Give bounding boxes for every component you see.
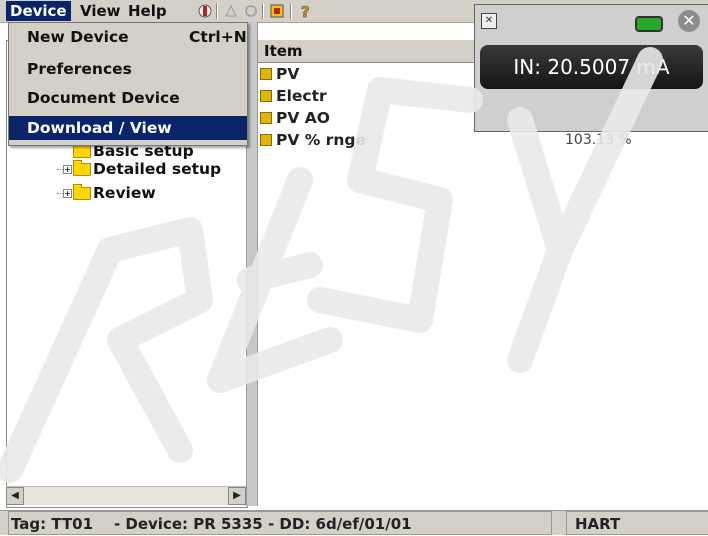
toolbar-connect-icon[interactable] — [196, 2, 214, 20]
live-reading-window: ✕ ✕ IN: 20.5007 mA — [474, 4, 708, 132]
folder-icon — [73, 184, 91, 200]
param-icon — [260, 90, 272, 102]
menu-item-label: Document Device — [27, 89, 180, 107]
menu-item-new-device[interactable]: New Device Ctrl+N — [9, 25, 247, 49]
toolbar-help-icon[interactable]: ? — [296, 2, 314, 20]
expand-icon[interactable]: + — [63, 189, 72, 198]
reading-value: IN: 20.5007 mA — [480, 45, 703, 89]
list-item-label: Electr — [276, 87, 327, 105]
param-icon — [260, 112, 272, 124]
toolbar-refresh-icon[interactable] — [242, 2, 260, 20]
battery-icon — [635, 16, 663, 32]
list-item[interactable]: PV % rnge 103.13 % — [258, 130, 708, 150]
list-item-label: PV % rnge — [276, 131, 366, 149]
shrink-icon[interactable]: ✕ — [481, 13, 497, 29]
toolbar-separator — [290, 3, 292, 19]
column-header-item[interactable]: Item — [258, 40, 485, 63]
tree-item-label: Review — [93, 184, 156, 202]
folder-icon — [73, 160, 91, 176]
status-bar: Tag: TT01 - Device: PR 5335 - DD: 6d/ef/… — [0, 510, 708, 535]
menu-view[interactable]: View — [76, 1, 125, 21]
menu-help[interactable]: Help — [124, 1, 171, 21]
folder-icon — [73, 142, 91, 158]
scroll-left-icon[interactable]: ◀ — [6, 487, 24, 505]
reading-titlebar: ✕ ✕ — [475, 5, 708, 35]
param-icon — [260, 68, 272, 80]
menu-item-shortcut: Ctrl+N — [189, 28, 247, 46]
list-item-label: PV — [276, 65, 300, 83]
device-menu: New Device Ctrl+N Preferences Document D… — [8, 22, 248, 146]
list-item-value: 103.13 % — [565, 132, 632, 148]
horizontal-scrollbar[interactable]: ◀ ▶ — [6, 486, 246, 505]
menu-item-preferences[interactable]: Preferences — [9, 57, 247, 81]
svg-text:?: ? — [301, 3, 310, 20]
menu-item-label: Download / View — [27, 119, 172, 137]
toolbar-device-icon[interactable] — [268, 2, 286, 20]
menu-device[interactable]: Device — [6, 1, 71, 21]
menu-item-download-view[interactable]: Download / View — [9, 116, 247, 140]
tree-item-label: Detailed setup — [93, 160, 222, 178]
close-icon[interactable]: ✕ — [678, 10, 700, 32]
param-icon — [260, 134, 272, 146]
toolbar-separator — [262, 3, 264, 19]
status-protocol: HART — [566, 511, 708, 535]
expand-icon[interactable]: + — [63, 165, 72, 174]
toolbar-separator — [216, 3, 218, 19]
scroll-right-icon[interactable]: ▶ — [228, 487, 246, 505]
list-item-label: PV AO — [276, 109, 330, 127]
menu-item-document-device[interactable]: Document Device — [9, 86, 247, 110]
menu-item-label: Preferences — [27, 60, 132, 78]
status-device-info: Tag: TT01 - Device: PR 5335 - DD: 6d/ef/… — [8, 511, 552, 535]
menu-item-label: New Device — [27, 28, 129, 46]
toolbar-disconnect-icon[interactable] — [222, 2, 240, 20]
